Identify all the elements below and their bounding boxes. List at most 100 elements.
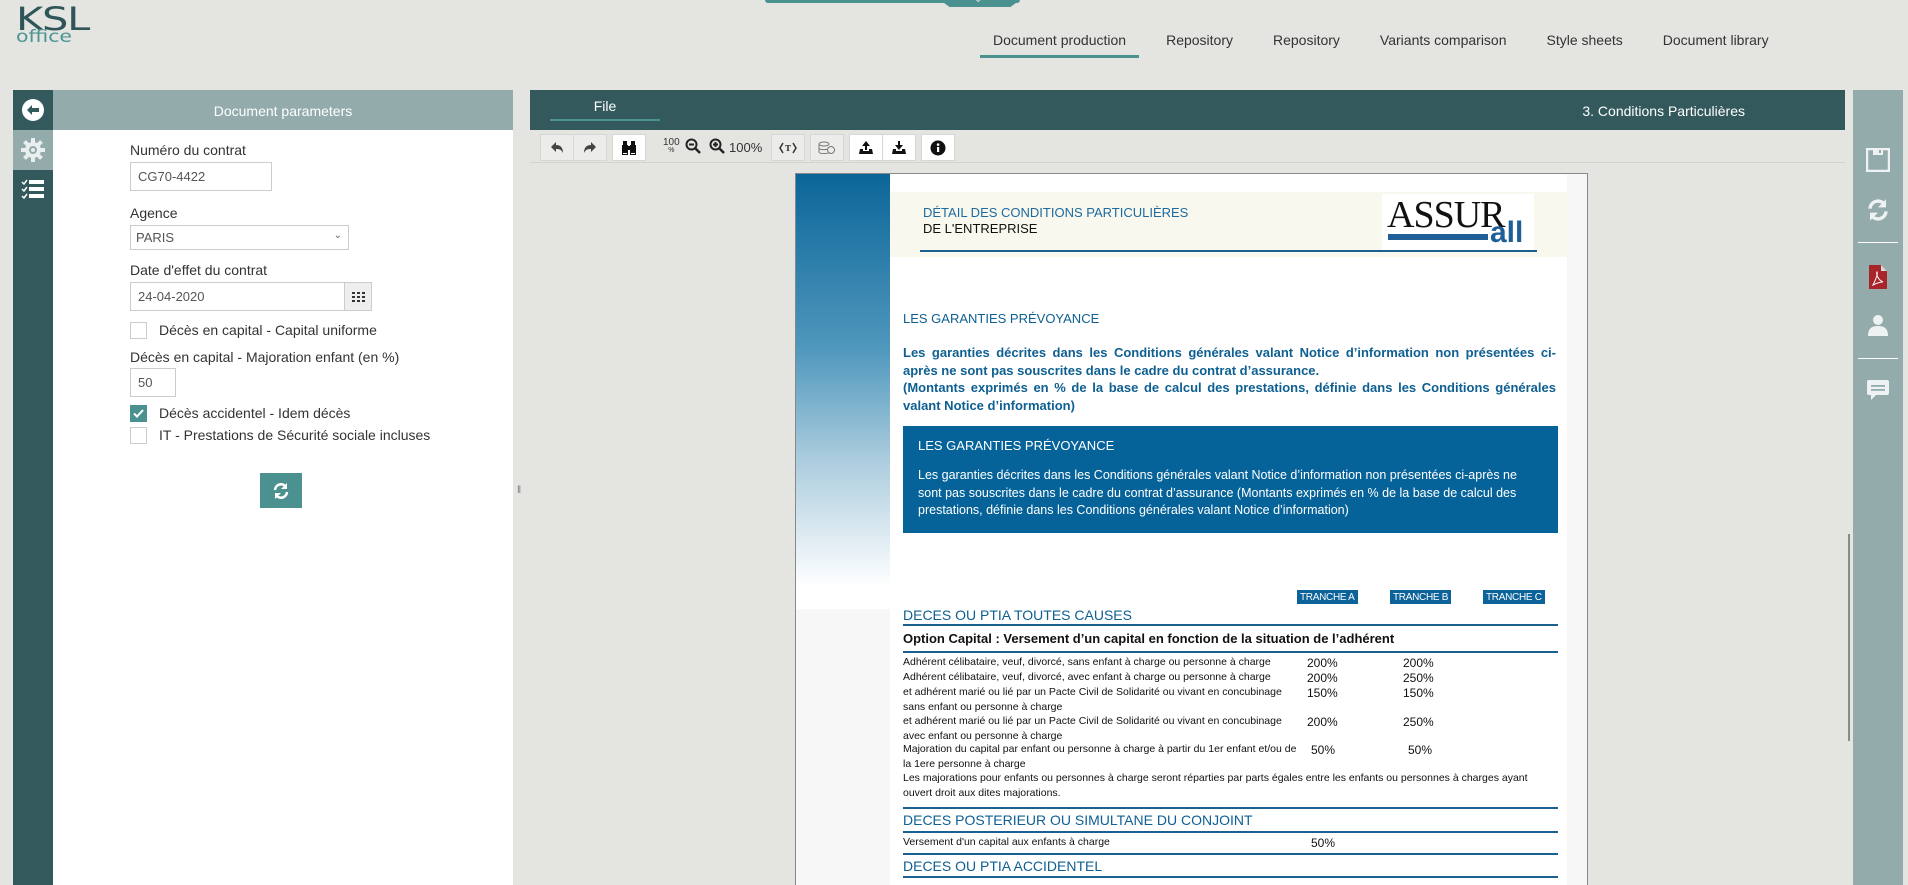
back-arrow-icon: [22, 99, 44, 121]
assurall-logo-sub: all: [1490, 216, 1524, 249]
page-header-subtitle: DE L'ENTREPRISE: [923, 221, 1038, 236]
undo-icon: [551, 141, 563, 153]
tranche-c-header: TRANCHE C: [1483, 590, 1545, 604]
document-scrollbar[interactable]: [1848, 534, 1850, 741]
export-pdf-button[interactable]: [1863, 262, 1893, 292]
zoom-out-icon: [685, 138, 701, 154]
zoom-level: 100%: [729, 140, 763, 155]
table-row-value-b: 200%: [1403, 656, 1434, 670]
app-logo: KSL office: [16, 3, 96, 47]
tab-repository-2[interactable]: Repository: [1260, 24, 1353, 58]
sync-data-button[interactable]: [810, 134, 844, 161]
refresh-button[interactable]: [260, 473, 302, 508]
redo-button[interactable]: [573, 134, 607, 161]
table-row-label: et adhérent marié ou lié par un Pacte Ci…: [903, 686, 1282, 713]
comment-icon: [1867, 380, 1889, 400]
refresh-icon: [273, 482, 289, 499]
save-button[interactable]: [1863, 145, 1893, 175]
logo-office: office: [16, 27, 72, 47]
redo-icon: [584, 141, 596, 153]
contract-number-label: Numéro du contrat: [130, 142, 246, 158]
save-icon: [1866, 148, 1890, 172]
capital-uniforme-checkbox[interactable]: [130, 322, 147, 339]
user-button[interactable]: [1863, 310, 1893, 340]
percent-glyph: %: [668, 147, 675, 154]
divider: [1858, 358, 1898, 359]
highlight-box: LES GARANTIES PRÉVOYANCE Les garanties d…: [903, 426, 1558, 533]
table-row-value-b: 250%: [1403, 715, 1434, 729]
table-row-value-a: 150%: [1307, 686, 1338, 700]
section-title: LES GARANTIES PRÉVOYANCE: [903, 311, 1100, 326]
zoom-100-button[interactable]: 100%: [663, 137, 680, 155]
gear-icon: [21, 138, 45, 162]
document-title: 3. Conditions Particulières: [1582, 103, 1745, 119]
majoration-input[interactable]: [130, 368, 176, 397]
table-row-value-b: 50%: [1408, 743, 1433, 757]
user-icon: [1868, 315, 1888, 336]
divider: [903, 853, 1558, 855]
table-row-label: et adhérent marié ou lié par un Pacte Ci…: [903, 715, 1282, 742]
table-row-label: Versement d'un capital aux enfants à cha…: [903, 836, 1110, 848]
calendar-button[interactable]: [344, 282, 372, 311]
panel-header: Document parameters: [53, 90, 513, 130]
agency-label: Agence: [130, 205, 178, 221]
accidentel-checkbox[interactable]: [130, 405, 147, 422]
tab-repository[interactable]: Repository: [1153, 24, 1246, 58]
assurall-logo: ASSUR all: [1382, 194, 1534, 250]
highlight-box-title: LES GARANTIES PRÉVOYANCE: [918, 438, 1115, 453]
section-deces-conjoint: DECES POSTERIEUR OU SIMULTANE DU CONJOIN…: [903, 812, 1253, 828]
svg-text:T: T: [785, 143, 791, 153]
binoculars-icon: [622, 140, 636, 155]
table-row-label: Adhérent célibataire, veuf, divorcé, san…: [903, 656, 1271, 668]
find-button[interactable]: [612, 134, 646, 161]
panel-splitter-handle[interactable]: ‖: [517, 485, 521, 496]
download-button[interactable]: [882, 134, 916, 161]
left-rail: [13, 90, 53, 885]
zoom-in-icon: [709, 138, 725, 154]
settings-button[interactable]: [13, 130, 53, 170]
majoration-label: Décès en capital - Majoration enfant (en…: [130, 349, 400, 365]
show-tags-button[interactable]: T: [771, 134, 805, 161]
refresh-document-button[interactable]: [1863, 195, 1893, 225]
zoom-out-button[interactable]: [685, 138, 701, 154]
page-body: DÉTAIL DES CONDITIONS PARTICULIÈRES DE L…: [890, 174, 1567, 885]
chevron-down-icon: ⌄: [974, 0, 982, 5]
divider: [903, 651, 1558, 653]
date-input[interactable]: [130, 282, 345, 311]
check-icon: [133, 409, 144, 418]
it-checkbox[interactable]: [130, 427, 147, 444]
agency-select[interactable]: PARIS ⌄: [130, 225, 349, 250]
tranche-b-header: TRANCHE B: [1390, 590, 1452, 604]
comments-button[interactable]: [1863, 375, 1893, 405]
checklist-icon: [21, 179, 44, 200]
document-page: DÉTAIL DES CONDITIONS PARTICULIÈRES DE L…: [795, 173, 1588, 885]
file-tab[interactable]: File: [550, 98, 660, 121]
contract-number-input[interactable]: [130, 162, 272, 191]
zoom-100-label: 100: [663, 137, 680, 148]
undo-button[interactable]: [540, 134, 574, 161]
sync-icon: [1868, 199, 1888, 221]
option-capital-heading: Option Capital : Versement d’un capital …: [903, 631, 1395, 646]
back-button[interactable]: [13, 90, 53, 130]
calendar-icon: [351, 291, 365, 302]
tab-style-sheets[interactable]: Style sheets: [1534, 24, 1636, 58]
tab-document-library[interactable]: Document library: [1650, 24, 1782, 58]
info-icon: [930, 140, 946, 155]
tab-variants-comparison[interactable]: Variants comparison: [1367, 24, 1520, 58]
divider: [903, 624, 1558, 626]
page-header-rule: [920, 250, 1537, 252]
agency-value: PARIS: [136, 230, 175, 245]
main-nav: Document production Repository Repositor…: [980, 24, 1782, 58]
tag-code-icon: T: [779, 142, 797, 153]
assurall-logo-bar: [1388, 234, 1488, 240]
upload-button[interactable]: [849, 134, 883, 161]
zoom-in-button[interactable]: [709, 138, 725, 154]
info-button[interactable]: [921, 134, 955, 161]
checklist-button[interactable]: [13, 170, 53, 210]
chevron-down-icon: ⌄: [333, 230, 342, 241]
top-drawer-toggle[interactable]: ⌄: [940, 0, 1020, 7]
assurall-logo-main: ASSUR: [1387, 194, 1505, 236]
majorations-note: Les majorations pour enfants ou personne…: [903, 772, 1528, 799]
tab-document-production[interactable]: Document production: [980, 24, 1140, 58]
table-row-value-a: 50%: [1311, 836, 1336, 850]
